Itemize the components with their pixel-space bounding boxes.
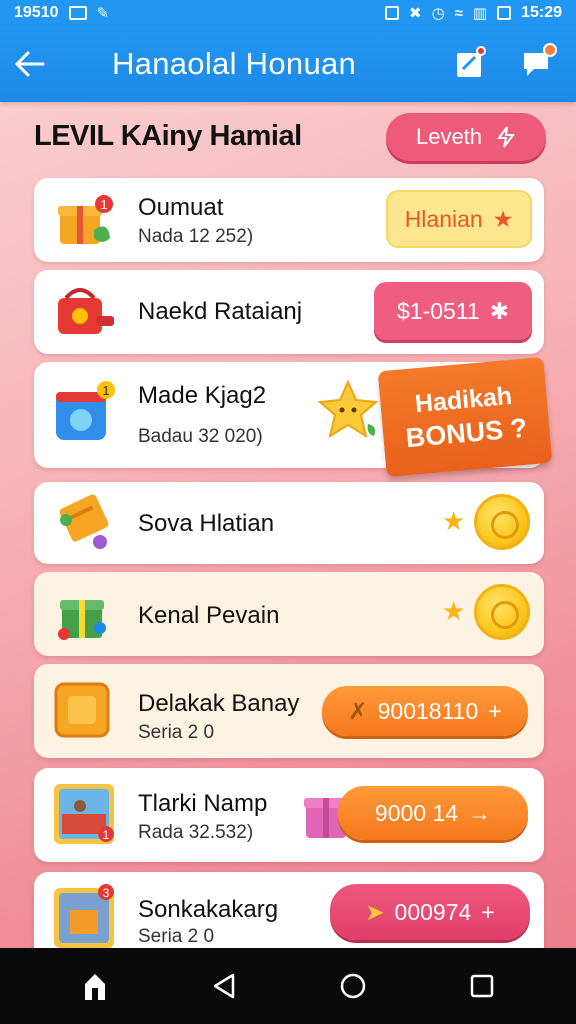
card-subtitle: Rada 32.532) xyxy=(138,822,254,843)
price-button[interactable]: $1-0511 ✱ xyxy=(374,282,532,340)
reward-button-label: 000974 xyxy=(394,898,472,925)
card-title: Made Kjag2 xyxy=(138,382,267,409)
circle-home-icon xyxy=(340,973,365,999)
star-mascot-icon xyxy=(317,379,379,439)
gold-frame-icon xyxy=(54,682,110,738)
list-item[interactable]: Sova Hlatian ★ xyxy=(34,482,544,564)
claim-button-label: Hlanian xyxy=(404,205,483,232)
card-title: Sova Hlatian xyxy=(138,510,275,537)
recents-nav-button[interactable] xyxy=(458,962,506,1010)
bluetooth-icon: ✖ xyxy=(408,4,422,22)
claim-button[interactable]: Hlanian ★ xyxy=(386,190,532,248)
alarm-icon: ◷ xyxy=(431,4,445,22)
arrow-left-icon xyxy=(15,51,45,77)
list-item[interactable]: Kenal Pevain ★ xyxy=(34,572,544,656)
list-item[interactable]: 1 Oumuat Nada 12 252) Hlanian ★ xyxy=(34,178,544,262)
ticket-icon xyxy=(59,494,109,549)
card-title: Sonkakakarg xyxy=(138,896,279,923)
arrow-right-icon: → xyxy=(468,799,492,826)
tag-icon: ✎ xyxy=(96,4,110,22)
list-item[interactable]: 3 Sonkakakarg Seria 2 0 ➤ 000974 + xyxy=(34,872,544,948)
card-title: Oumuat xyxy=(138,194,224,221)
star-icon: ★ xyxy=(442,596,466,626)
reward-button-label: 9000 14 xyxy=(374,799,459,826)
svg-text:1: 1 xyxy=(103,828,110,842)
list-item[interactable]: Delakak Banay Seria 2 0 ✗ 90018110 + xyxy=(34,664,544,758)
star-icon: ★ xyxy=(492,205,514,232)
card-title: Kenal Pevain xyxy=(138,602,280,629)
chat-badge xyxy=(543,43,557,57)
svg-text:3: 3 xyxy=(103,886,110,900)
back-nav-button[interactable] xyxy=(200,962,248,1010)
reward-button[interactable]: ➤ 000974 + xyxy=(330,884,530,940)
status-time-left: 19510 xyxy=(14,4,59,21)
square-recents-icon xyxy=(470,974,493,998)
edit-button[interactable] xyxy=(452,46,488,82)
card-subtitle: Badau 32 020) xyxy=(138,426,263,447)
status-bar: 19510 ✎ ✖ ◷ ≈ ▥ 15:29 xyxy=(0,0,576,26)
back-button[interactable] xyxy=(0,26,60,102)
plus-icon: + xyxy=(488,697,502,724)
notification-icon xyxy=(68,6,87,20)
red-gift-bag-icon xyxy=(58,288,114,334)
coin-button[interactable] xyxy=(474,584,530,640)
coin-button[interactable] xyxy=(474,494,530,550)
green-gift-icon xyxy=(58,600,106,640)
game-thumbnail-icon: 3 xyxy=(54,884,114,948)
price-button-label: $1-0511 xyxy=(397,297,480,324)
level-button[interactable]: Leveth xyxy=(386,113,546,161)
wifi-icon: ≈ xyxy=(454,4,463,22)
gift-box-icon: 1 xyxy=(58,195,113,244)
battery-icon xyxy=(497,6,512,20)
list-item[interactable]: Naekd Rataianj $1-0511 ✱ xyxy=(34,270,544,354)
blue-card-icon: 1 xyxy=(56,381,115,440)
level-button-label: Leveth xyxy=(415,124,483,149)
house-icon xyxy=(84,974,105,1000)
lightning-icon xyxy=(497,126,516,148)
reward-button[interactable]: ✗ 90018110 + xyxy=(322,686,528,736)
game-thumbnail-icon: 1 xyxy=(54,784,114,844)
vibrate-icon xyxy=(384,6,399,20)
card-subtitle: Seria 2 0 xyxy=(138,926,215,947)
triangle-back-icon xyxy=(213,973,234,999)
sparkle-icon: ✱ xyxy=(489,297,509,324)
app-bar: Hanaolal Honuan xyxy=(0,26,576,102)
sparkle-icon: ✗ xyxy=(348,697,368,724)
list-item[interactable]: 1 Tlarki Namp Rada 32.532) 9000 14 → xyxy=(34,768,544,862)
home-nav-button[interactable] xyxy=(329,962,377,1010)
svg-text:1: 1 xyxy=(100,197,107,212)
reward-button-label: 90018110 xyxy=(377,697,479,724)
card-title: Tlarki Namp xyxy=(138,790,268,817)
page-title: LEVIL KAiny Hamial xyxy=(34,120,302,152)
chat-button[interactable] xyxy=(518,43,557,82)
signal-icon: ▥ xyxy=(472,4,488,22)
status-time-right: 15:29 xyxy=(521,4,562,21)
edit-badge xyxy=(476,46,486,56)
card-subtitle: Nada 12 252) xyxy=(138,226,254,247)
reward-button[interactable]: 9000 14 → xyxy=(338,786,528,840)
bonus-banner[interactable]: Hadikah BONUS ? xyxy=(377,356,553,478)
plus-icon: + xyxy=(481,898,495,925)
app-title: Hanaolal Honuan xyxy=(112,46,357,81)
home-assistant-button[interactable] xyxy=(71,962,119,1010)
star-icon: ★ xyxy=(442,506,466,536)
card-subtitle: Seria 2 0 xyxy=(138,722,215,743)
lightning-icon: ➤ xyxy=(365,898,385,925)
system-nav-bar xyxy=(0,948,576,1024)
card-title: Delakak Banay xyxy=(138,690,300,717)
card-title: Naekd Rataianj xyxy=(138,298,303,325)
svg-text:1: 1 xyxy=(102,383,109,398)
